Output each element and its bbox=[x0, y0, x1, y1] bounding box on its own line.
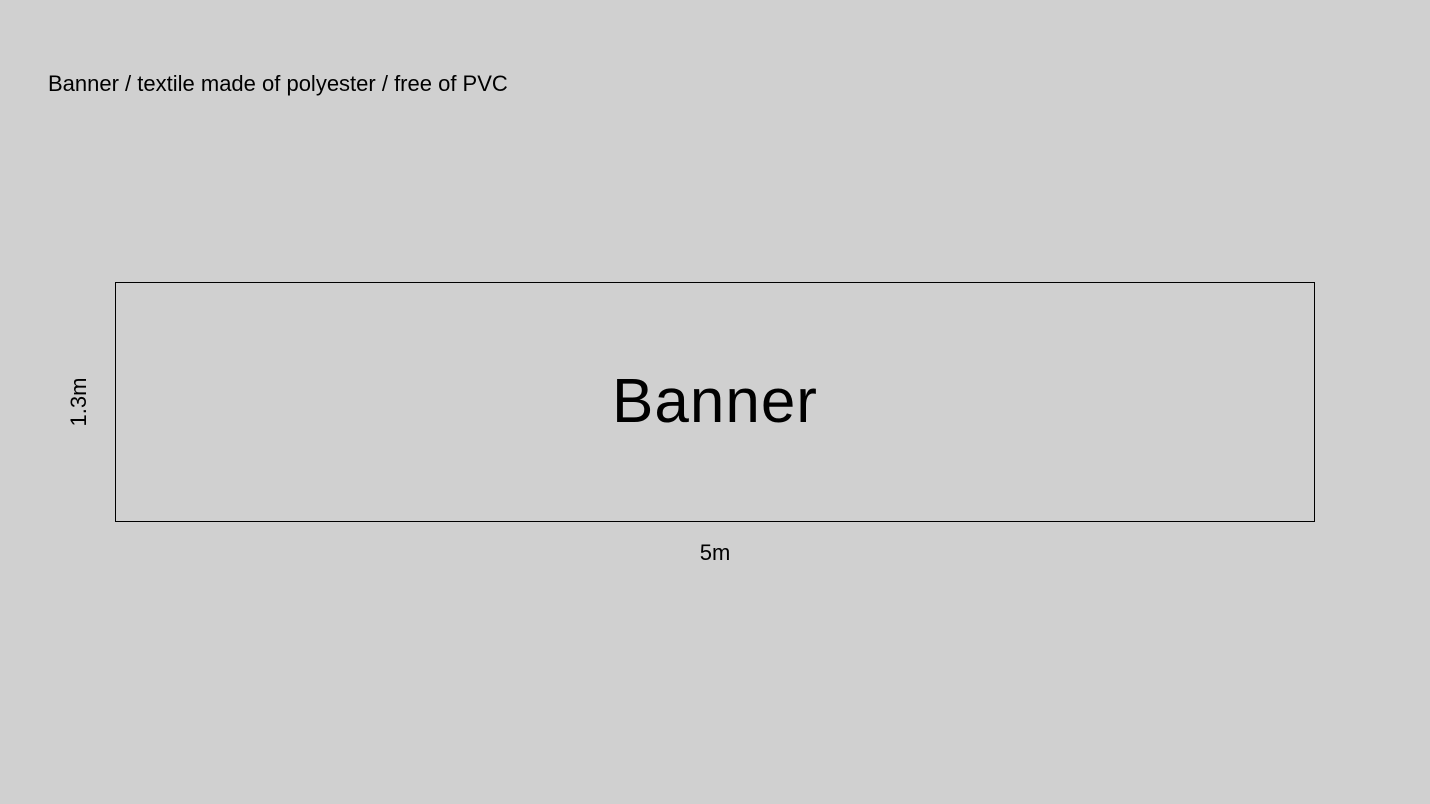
height-dimension-label: 1.3m bbox=[66, 377, 91, 427]
banner-outline: Banner bbox=[115, 282, 1315, 522]
material-caption: Banner / textile made of polyester / fre… bbox=[48, 71, 508, 96]
width-dimension-label: 5m bbox=[699, 540, 731, 565]
banner-label: Banner bbox=[612, 367, 818, 436]
